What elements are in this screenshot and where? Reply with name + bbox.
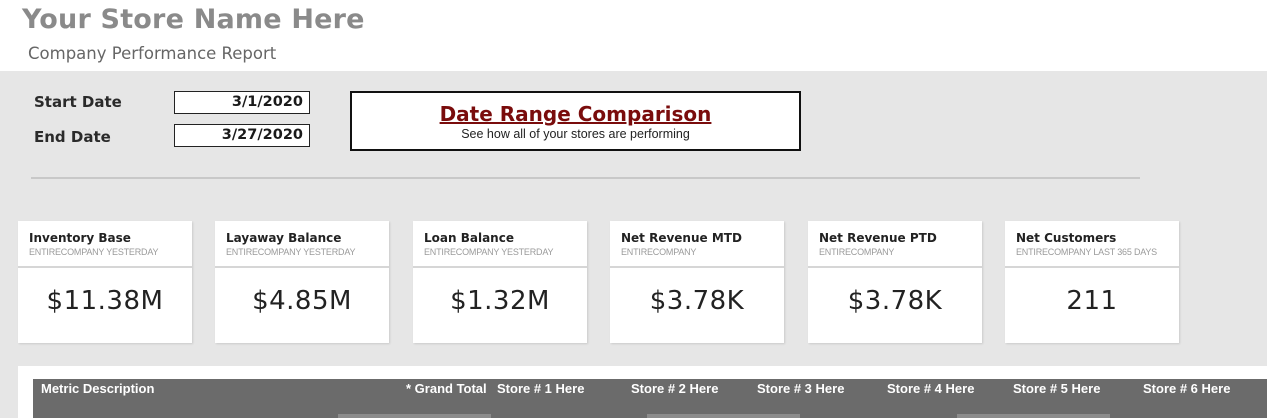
kpi-card-header: Layaway Balance ENTIRECOMPANY YESTERDAY: [215, 221, 389, 268]
column-underline: [957, 414, 1110, 418]
kpi-card-net-revenue-ptd: Net Revenue PTD ENTIRECOMPANY $3.78K: [808, 221, 982, 343]
kpi-card-header: Net Customers ENTIRECOMPANY LAST 365 DAY…: [1005, 221, 1179, 268]
date-range-comparison-subtitle: See how all of your stores are performin…: [461, 127, 690, 141]
kpi-card-header: Net Revenue MTD ENTIRECOMPANY: [610, 221, 784, 268]
kpi-title: Net Customers: [1016, 231, 1117, 245]
kpi-value: $4.85M: [252, 286, 352, 316]
column-header-grand-total[interactable]: * Grand Total: [406, 381, 487, 396]
kpi-value: $11.38M: [46, 286, 164, 316]
kpi-card-inventory-base: Inventory Base ENTIRECOMPANY YESTERDAY $…: [18, 221, 192, 343]
kpi-scope: ENTIRECOMPANY LAST 365 DAYS: [1016, 247, 1157, 257]
kpi-scope: ENTIRECOMPANY YESTERDAY: [29, 247, 159, 257]
end-date-field[interactable]: 3/27/2020: [174, 124, 310, 147]
kpi-card-header: Net Revenue PTD ENTIRECOMPANY: [808, 221, 982, 268]
kpi-card-header: Inventory Base ENTIRECOMPANY YESTERDAY: [18, 221, 192, 268]
column-underline: [647, 414, 800, 418]
kpi-title: Net Revenue MTD: [621, 231, 742, 245]
start-date-label: Start Date: [34, 93, 122, 111]
column-header-store-2[interactable]: Store # 2 Here: [631, 381, 718, 396]
kpi-scope: ENTIRECOMPANY: [819, 247, 895, 257]
kpi-value: $3.78K: [649, 286, 745, 316]
start-date-field[interactable]: 3/1/2020: [174, 91, 310, 114]
kpi-card-layaway-balance: Layaway Balance ENTIRECOMPANY YESTERDAY …: [215, 221, 389, 343]
column-header-metric-description[interactable]: Metric Description: [41, 381, 154, 396]
kpi-card-header: Loan Balance ENTIRECOMPANY YESTERDAY: [413, 221, 587, 268]
report-subtitle: Company Performance Report: [28, 44, 277, 63]
section-divider: [31, 177, 1140, 179]
column-header-store-3[interactable]: Store # 3 Here: [757, 381, 844, 396]
column-header-store-5[interactable]: Store # 5 Here: [1013, 381, 1100, 396]
kpi-card-net-customers: Net Customers ENTIRECOMPANY LAST 365 DAY…: [1005, 221, 1179, 343]
kpi-scope: ENTIRECOMPANY: [621, 247, 697, 257]
column-header-store-4[interactable]: Store # 4 Here: [887, 381, 974, 396]
kpi-value: $1.32M: [450, 286, 550, 316]
end-date-label: End Date: [34, 128, 111, 146]
kpi-value: 211: [1066, 286, 1118, 316]
column-header-store-6[interactable]: Store # 6 Here: [1143, 381, 1230, 396]
kpi-title: Inventory Base: [29, 231, 131, 245]
date-range-comparison-title: Date Range Comparison: [439, 102, 712, 126]
kpi-scope: ENTIRECOMPANY YESTERDAY: [424, 247, 554, 257]
kpi-scope: ENTIRECOMPANY YESTERDAY: [226, 247, 356, 257]
kpi-value: $3.78K: [847, 286, 943, 316]
kpi-title: Loan Balance: [424, 231, 514, 245]
kpi-card-net-revenue-mtd: Net Revenue MTD ENTIRECOMPANY $3.78K: [610, 221, 784, 343]
kpi-title: Net Revenue PTD: [819, 231, 937, 245]
kpi-title: Layaway Balance: [226, 231, 342, 245]
date-range-comparison-box: Date Range Comparison See how all of you…: [350, 91, 801, 151]
store-name-title: Your Store Name Here: [22, 4, 365, 35]
column-underline: [338, 414, 491, 418]
kpi-card-loan-balance: Loan Balance ENTIRECOMPANY YESTERDAY $1.…: [413, 221, 587, 343]
column-header-store-1[interactable]: Store # 1 Here: [497, 381, 584, 396]
